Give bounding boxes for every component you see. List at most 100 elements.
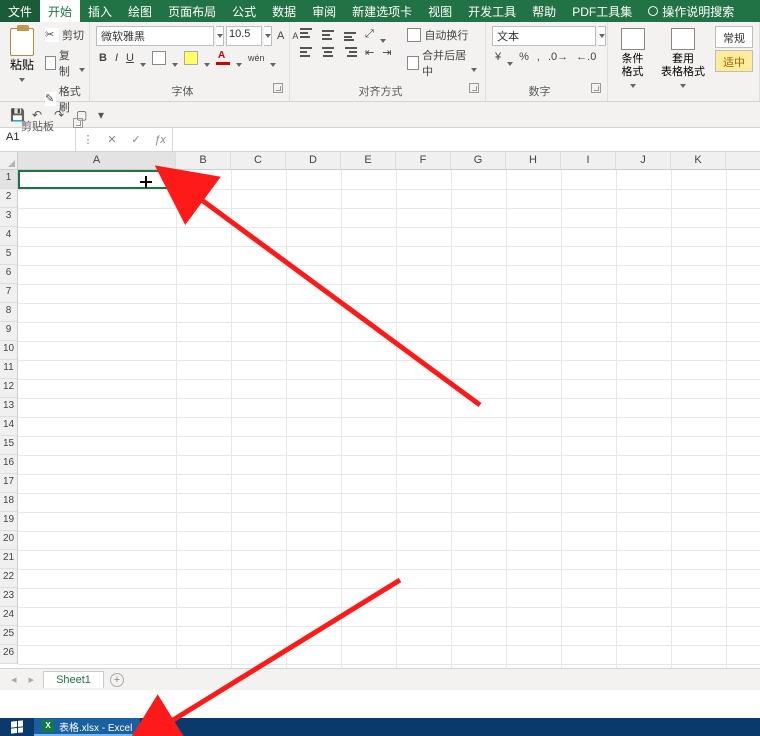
row-header-11[interactable]: 11 xyxy=(0,360,17,379)
row-header-13[interactable]: 13 xyxy=(0,398,17,417)
tab-page-layout[interactable]: 页面布局 xyxy=(160,0,224,22)
merge-center-button[interactable]: 合并后居中 xyxy=(404,46,479,80)
sheet-nav-prev[interactable]: ◂ xyxy=(8,673,20,686)
tab-home[interactable]: 开始 xyxy=(40,0,80,22)
clipboard-launcher[interactable] xyxy=(73,118,83,128)
font-launcher[interactable] xyxy=(273,83,283,93)
align-top-button[interactable] xyxy=(296,26,316,42)
insert-function-button[interactable]: ƒx xyxy=(148,134,172,146)
decrease-indent-button[interactable]: ⇤ xyxy=(362,45,377,60)
col-header-I[interactable]: I xyxy=(561,152,616,169)
tab-developer[interactable]: 开发工具 xyxy=(460,0,524,22)
tab-pdf-tools[interactable]: PDF工具集 xyxy=(564,0,640,22)
row-header-7[interactable]: 7 xyxy=(0,284,17,303)
font-size-dropdown[interactable] xyxy=(264,26,272,46)
row-header-14[interactable]: 14 xyxy=(0,417,17,436)
cell-style-good[interactable]: 适中 xyxy=(715,50,753,72)
row-header-10[interactable]: 10 xyxy=(0,341,17,360)
wrap-text-button[interactable]: 自动换行 xyxy=(404,26,479,44)
orientation-button[interactable]: ⤢ xyxy=(362,27,377,42)
number-launcher[interactable] xyxy=(591,83,601,93)
row-header-15[interactable]: 15 xyxy=(0,436,17,455)
tab-insert[interactable]: 插入 xyxy=(80,0,120,22)
format-as-table-button[interactable]: 套用 表格格式 xyxy=(655,26,711,81)
tab-file[interactable]: 文件 xyxy=(0,0,40,22)
row-header-21[interactable]: 21 xyxy=(0,550,17,569)
tab-formulas[interactable]: 公式 xyxy=(224,0,264,22)
align-bottom-button[interactable] xyxy=(340,26,360,42)
sheet-tab-1[interactable]: Sheet1 xyxy=(43,671,104,688)
tab-review[interactable]: 审阅 xyxy=(304,0,344,22)
align-center-button[interactable] xyxy=(318,44,338,60)
border-button[interactable] xyxy=(149,50,169,66)
row-header-8[interactable]: 8 xyxy=(0,303,17,322)
tab-new[interactable]: 新建选项卡 xyxy=(344,0,420,22)
increase-indent-button[interactable]: ⇥ xyxy=(379,45,394,60)
cut-button[interactable]: ✂ 剪切 xyxy=(42,26,87,44)
tab-view[interactable]: 视图 xyxy=(420,0,460,22)
row-header-19[interactable]: 19 xyxy=(0,512,17,531)
font-name-select[interactable]: 微软雅黑 xyxy=(96,26,214,46)
percent-button[interactable]: % xyxy=(516,50,532,64)
row-header-16[interactable]: 16 xyxy=(0,455,17,474)
row-header-22[interactable]: 22 xyxy=(0,569,17,588)
accounting-button[interactable]: ¥ xyxy=(492,50,504,64)
col-header-G[interactable]: G xyxy=(451,152,506,169)
tab-help[interactable]: 帮助 xyxy=(524,0,564,22)
decrease-decimal-button[interactable]: ←.0 xyxy=(573,50,599,64)
cells-area[interactable] xyxy=(18,170,760,668)
underline-button[interactable]: U xyxy=(123,51,137,65)
font-size-select[interactable]: 10.5 xyxy=(226,26,262,46)
row-header-5[interactable]: 5 xyxy=(0,246,17,265)
number-format-select[interactable]: 文本 xyxy=(492,26,596,46)
enter-formula-button[interactable]: ✓ xyxy=(124,133,148,146)
row-header-4[interactable]: 4 xyxy=(0,227,17,246)
col-header-K[interactable]: K xyxy=(671,152,726,169)
row-header-20[interactable]: 20 xyxy=(0,531,17,550)
select-all-corner[interactable] xyxy=(0,152,18,170)
row-header-18[interactable]: 18 xyxy=(0,493,17,512)
row-header-26[interactable]: 26 xyxy=(0,645,17,664)
row-header-17[interactable]: 17 xyxy=(0,474,17,493)
increase-decimal-button[interactable]: .0→ xyxy=(545,50,571,64)
align-left-button[interactable] xyxy=(296,44,316,60)
font-color-button[interactable]: A xyxy=(213,50,233,66)
bold-button[interactable]: B xyxy=(96,51,110,65)
col-header-D[interactable]: D xyxy=(286,152,341,169)
tab-draw[interactable]: 绘图 xyxy=(120,0,160,22)
font-name-dropdown[interactable] xyxy=(216,26,224,46)
comma-button[interactable]: , xyxy=(534,50,543,64)
alignment-launcher[interactable] xyxy=(469,83,479,93)
copy-button[interactable]: 复制 xyxy=(42,46,87,80)
row-header-6[interactable]: 6 xyxy=(0,265,17,284)
col-header-J[interactable]: J xyxy=(616,152,671,169)
worksheet-grid[interactable]: A B C D E F G H I J K 123456789101112131… xyxy=(0,152,760,668)
fill-color-button[interactable] xyxy=(181,50,201,66)
cancel-formula-button[interactable]: ✕ xyxy=(100,133,124,146)
formula-input[interactable] xyxy=(173,128,760,151)
paste-button[interactable]: 粘贴 xyxy=(6,26,38,75)
format-painter-button[interactable]: ✎ 格式刷 xyxy=(42,82,87,116)
col-header-A[interactable]: A xyxy=(18,152,176,169)
row-header-9[interactable]: 9 xyxy=(0,322,17,341)
taskbar-item-excel[interactable]: X 表格.xlsx - Excel xyxy=(34,718,140,736)
row-header-12[interactable]: 12 xyxy=(0,379,17,398)
tell-me-search[interactable]: 操作说明搜索 xyxy=(640,0,742,22)
increase-font-button[interactable]: A xyxy=(274,29,287,43)
row-header-25[interactable]: 25 xyxy=(0,626,17,645)
row-header-3[interactable]: 3 xyxy=(0,208,17,227)
cell-style-normal[interactable]: 常规 xyxy=(715,26,753,48)
row-header-24[interactable]: 24 xyxy=(0,607,17,626)
italic-button[interactable]: I xyxy=(112,51,121,65)
col-header-H[interactable]: H xyxy=(506,152,561,169)
start-button[interactable] xyxy=(0,718,34,736)
col-header-B[interactable]: B xyxy=(176,152,231,169)
number-format-dropdown[interactable] xyxy=(598,26,606,46)
sheet-nav-next[interactable]: ▸ xyxy=(26,673,38,686)
tab-data[interactable]: 数据 xyxy=(264,0,304,22)
row-header-2[interactable]: 2 xyxy=(0,189,17,208)
conditional-format-button[interactable]: 条件格式 xyxy=(614,26,651,81)
namebox-dropdown[interactable]: ⋮ xyxy=(76,133,100,146)
qat-more-button[interactable]: ▾ xyxy=(98,108,112,122)
add-sheet-button[interactable]: + xyxy=(110,673,124,687)
